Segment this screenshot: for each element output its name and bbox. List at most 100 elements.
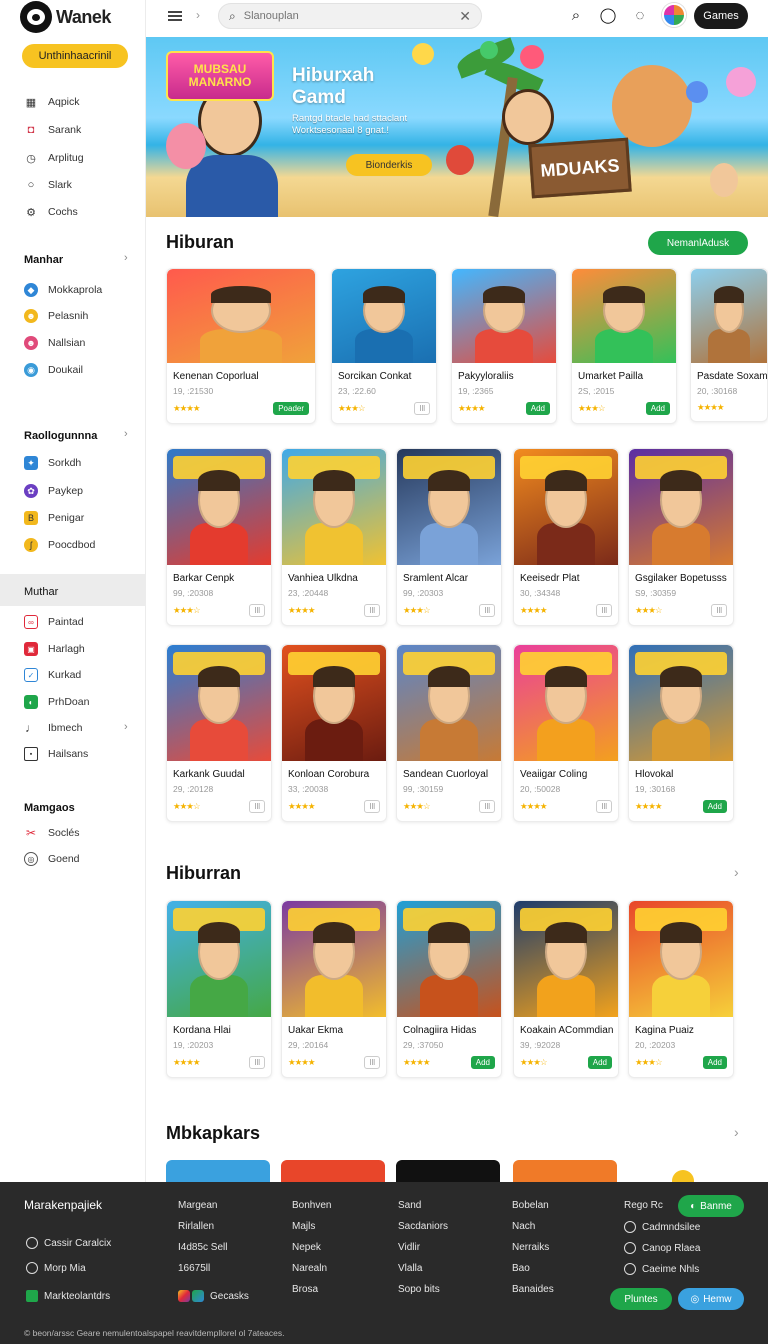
- footer-link[interactable]: Morp Mia: [26, 1262, 86, 1274]
- add-button[interactable]: Add: [645, 402, 670, 415]
- game-thumbnail[interactable]: [629, 645, 733, 761]
- game-card[interactable]: Keeisedr Plat 30, :34348 ★★★★ Ill: [513, 448, 619, 626]
- game-card[interactable]: Colnagiira Hidas 29, :37050 ★★★★ Add: [396, 900, 502, 1078]
- section-action-button[interactable]: NemanlAdusk: [648, 231, 748, 255]
- game-title[interactable]: Colnagiira Hidas: [397, 1017, 501, 1036]
- game-card[interactable]: Veaiigar Coling 20, :50028 ★★★★ Ill: [513, 644, 619, 822]
- footer-link[interactable]: Vlalla: [398, 1263, 422, 1274]
- game-thumbnail[interactable]: [397, 645, 501, 761]
- sidebar-section-title[interactable]: Raollogunnna: [24, 430, 97, 442]
- hero-banner[interactable]: MUBSAU MANARNO Hiburxah Gamd Rantgd btac…: [146, 37, 768, 217]
- game-title[interactable]: Kordana Hlai: [167, 1017, 271, 1036]
- sidebar-item-s3-4[interactable]: ◐ PrhDoan: [24, 691, 89, 713]
- sidebar-item-s1-2[interactable]: ☻ Pelasnih: [24, 305, 88, 327]
- game-thumbnail[interactable]: [691, 269, 767, 363]
- search-bar[interactable]: ⌕ ✕: [218, 3, 482, 29]
- search-input[interactable]: [243, 10, 452, 22]
- info-badge[interactable]: Ill: [364, 1056, 380, 1069]
- chevron-right-icon[interactable]: ›: [124, 721, 128, 733]
- footer-link[interactable]: 16675ll: [178, 1263, 210, 1274]
- footer-link[interactable]: Sacdaniors: [398, 1221, 448, 1232]
- game-title[interactable]: Uakar Ekma: [282, 1017, 386, 1036]
- footer-pill-button[interactable]: ◎ Hemw: [678, 1288, 744, 1310]
- game-card[interactable]: Umarket Pailla 2S, :2015 ★★★☆ Add: [571, 268, 677, 424]
- add-button[interactable]: Add: [702, 1056, 727, 1069]
- footer-link[interactable]: Gecasks: [178, 1290, 249, 1302]
- footer-link[interactable]: Rirlallen: [178, 1221, 214, 1232]
- footer-link[interactable]: I4d85c Sell: [178, 1242, 227, 1253]
- footer-link[interactable]: Nach: [512, 1221, 535, 1232]
- sidebar-item-s3-1[interactable]: ∞ Paintad: [24, 611, 84, 633]
- help-icon[interactable]: ◌: [630, 5, 650, 25]
- game-card[interactable]: Koakain ACommdian 39, :92028 ★★★☆ Add: [513, 900, 619, 1078]
- game-thumbnail[interactable]: [282, 901, 386, 1017]
- game-card[interactable]: Kordana Hlai 19, :20203 ★★★★ Ill: [166, 900, 272, 1078]
- game-thumbnail[interactable]: [572, 269, 676, 363]
- sidebar-section-title[interactable]: Muthar: [24, 586, 58, 598]
- game-title[interactable]: Karkank Guudal: [167, 761, 271, 780]
- sidebar-item-5[interactable]: ⚙ Cochs: [24, 201, 78, 223]
- info-badge[interactable]: Ill: [249, 604, 265, 617]
- game-title[interactable]: Barkar Cenpk: [167, 565, 271, 584]
- game-thumbnail[interactable]: [629, 449, 733, 565]
- game-title[interactable]: Pasdate Soxam: [691, 363, 767, 382]
- chevron-right-icon[interactable]: ›: [124, 252, 128, 264]
- sidebar-item-s1-3[interactable]: ☻ Nallsian: [24, 332, 85, 354]
- info-badge[interactable]: Ill: [364, 800, 380, 813]
- info-badge[interactable]: Ill: [249, 1056, 265, 1069]
- game-card[interactable]: Kenenan Coporlual 19, :21530 ★★★★ Poader: [166, 268, 316, 424]
- sidebar-item-s2-2[interactable]: ✿ Paykep: [24, 480, 83, 502]
- add-button[interactable]: Add: [470, 1056, 495, 1069]
- game-thumbnail[interactable]: [282, 449, 386, 565]
- game-title[interactable]: Umarket Pailla: [572, 363, 676, 382]
- footer-link[interactable]: Nepek: [292, 1242, 321, 1253]
- footer-link[interactable]: Majls: [292, 1221, 315, 1232]
- chat-icon[interactable]: ◯: [598, 5, 618, 25]
- footer-pill-button[interactable]: Pluntes: [610, 1288, 672, 1310]
- game-title[interactable]: Pakyyloraliis: [452, 363, 556, 382]
- game-thumbnail[interactable]: [396, 1160, 500, 1182]
- game-card[interactable]: Karkank Guudal 29, :20128 ★★★☆ Ill: [166, 644, 272, 822]
- game-thumbnail[interactable]: [167, 449, 271, 565]
- game-thumbnail[interactable]: [167, 901, 271, 1017]
- game-title[interactable]: Kagina Puaiz: [629, 1017, 733, 1036]
- game-title[interactable]: Sorcikan Conkat: [332, 363, 436, 382]
- sidebar-item-s4-2[interactable]: ◎ Goend: [24, 848, 80, 870]
- footer-link[interactable]: Canop Rlaea: [624, 1242, 700, 1254]
- info-badge[interactable]: Ill: [479, 604, 495, 617]
- game-card[interactable]: Pasdate Soxam 20, :30168 ★★★★: [690, 268, 768, 422]
- info-badge[interactable]: Ill: [249, 800, 265, 813]
- game-card[interactable]: Hlovokal 19, :30168 ★★★★ Add: [628, 644, 734, 822]
- footer-link[interactable]: Caeime Nhls: [624, 1263, 699, 1275]
- add-button[interactable]: Add: [525, 402, 550, 415]
- game-thumbnail[interactable]: [452, 269, 556, 363]
- footer-link[interactable]: Banaides: [512, 1284, 554, 1295]
- footer-link[interactable]: Margean: [178, 1200, 217, 1211]
- chevron-right-icon[interactable]: ›: [734, 1124, 739, 1140]
- game-thumbnail[interactable]: [513, 1160, 617, 1182]
- footer-link[interactable]: Cassir Caralcix: [26, 1237, 111, 1249]
- close-icon[interactable]: ✕: [459, 8, 471, 25]
- game-card[interactable]: Sandean Cuorloyal 99, :30159 ★★★☆ Ill: [396, 644, 502, 822]
- footer-link[interactable]: Sopo bits: [398, 1284, 440, 1295]
- footer-link[interactable]: Cadmndsilee: [624, 1221, 700, 1233]
- sidebar-item-s2-1[interactable]: ✦ Sorkdh: [24, 452, 81, 474]
- sidebar-item-2[interactable]: ◘ Sarank: [24, 119, 82, 141]
- avatar[interactable]: [662, 3, 686, 27]
- sidebar-item-s1-4[interactable]: ◉ Doukail: [24, 359, 83, 381]
- add-button[interactable]: Poader: [273, 402, 309, 415]
- chevron-right-icon[interactable]: ›: [196, 8, 200, 22]
- info-badge[interactable]: Ill: [479, 800, 495, 813]
- footer-link[interactable]: Narealn: [292, 1263, 327, 1274]
- sidebar-cta-button[interactable]: Unthinhaacrinil: [22, 44, 128, 68]
- game-title[interactable]: Veaiigar Coling: [514, 761, 618, 780]
- footer-link[interactable]: Brosa: [292, 1284, 318, 1295]
- hero-cta-button[interactable]: Bionderkis: [346, 154, 432, 176]
- game-title[interactable]: Koakain ACommdian: [514, 1017, 618, 1036]
- footer-pill-button[interactable]: ◐ Banme: [678, 1195, 744, 1217]
- sidebar-item-3[interactable]: ◷ Arplitug: [24, 147, 83, 169]
- info-badge[interactable]: Ill: [596, 604, 612, 617]
- chevron-right-icon[interactable]: ›: [124, 428, 128, 440]
- game-card[interactable]: Sramlent Alcar 99, :20303 ★★★☆ Ill: [396, 448, 502, 626]
- sidebar-item-s3-5[interactable]: ♩ Ibmech: [24, 717, 82, 739]
